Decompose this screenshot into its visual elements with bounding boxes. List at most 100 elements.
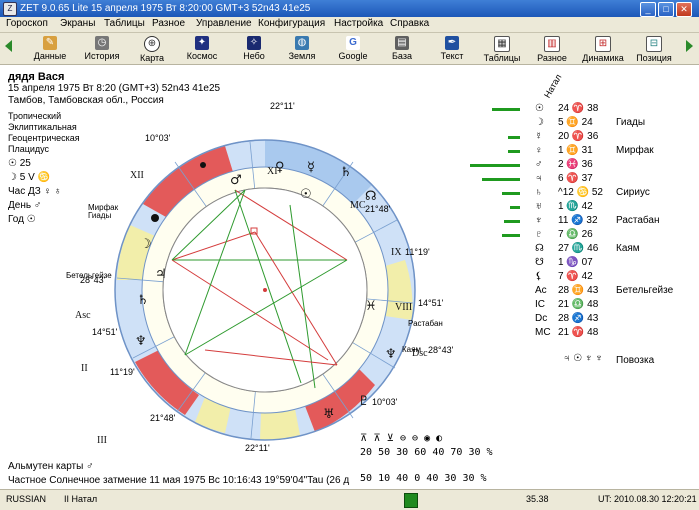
app-icon: Z <box>3 2 17 16</box>
planet-symbol: ♆ <box>535 215 543 226</box>
house-asc-label: Asc <box>75 310 91 321</box>
jupiter-glyph: ♃ <box>155 267 167 282</box>
planet-symbol: ♅ <box>535 201 543 212</box>
tool-tables-button[interactable]: ▦ Таблицы <box>480 34 524 63</box>
strength-bar <box>482 178 520 181</box>
uranus-glyph: ♅ <box>323 407 335 422</box>
window-title: ZET 9.0.65 Lite 15 апреля 1975 Вт 8:20:0… <box>20 3 311 14</box>
planet-symbol: ☽ <box>535 117 544 128</box>
day-ruler: День ♂ <box>8 200 42 211</box>
planet-row: Ас 28 ♊ 43 Бетельгейзе <box>480 285 695 299</box>
deg-ix: 11°19' <box>405 247 430 257</box>
planet-row: ☿ 20 ♈ 36 <box>480 131 695 145</box>
planet-position: 1 ♑ 07 <box>558 257 593 268</box>
menu-misc[interactable]: Разное <box>152 18 185 29</box>
strength-bar <box>502 192 520 195</box>
strength-bar <box>470 164 520 167</box>
planet-row: ♂ 2 ♓ 36 <box>470 159 695 173</box>
planet-position: 1 ♏ 42 <box>558 201 593 212</box>
planet-position: 28 ♊ 43 <box>558 285 599 296</box>
forward-arrow-icon[interactable] <box>686 40 693 52</box>
hour-ruler: Час ДЗ ♀ ♁ <box>8 186 62 197</box>
deg-mc: 21°48' <box>365 204 391 214</box>
fixed-star: Мирфак <box>616 145 654 156</box>
tool-earth-button[interactable]: ◍ Земля <box>282 34 322 63</box>
status-value: 35.38 <box>526 494 549 504</box>
status-ut: UT: 2010.08.30 12:20:21 <box>598 494 697 504</box>
planet-row: IC 21 ♎ 48 <box>480 299 695 313</box>
deg-v: 22°11' <box>245 443 270 453</box>
planet-row: MC 21 ♈ 48 <box>480 327 695 341</box>
deg-ii: 14°51' <box>92 327 118 337</box>
maximize-button[interactable]: □ <box>658 2 674 17</box>
house-xii-label: XII <box>130 170 144 181</box>
planet-position: 1 ♊ 31 <box>558 145 593 156</box>
menu-bar: Гороскоп Экраны Таблицы Разное Управлени… <box>0 17 699 33</box>
tool-base-button[interactable]: ▤ База <box>382 34 422 63</box>
star-betelgeuse-label: Бетельгейзе <box>66 271 112 280</box>
tool-misc-button[interactable]: ▥ Разное <box>532 34 572 63</box>
star-kayam-label: Каям <box>402 345 421 354</box>
tool-history-button[interactable]: ◷ История <box>80 34 124 63</box>
earth-icon: ◍ <box>295 36 309 50</box>
house-ix-label: IX <box>391 247 402 258</box>
natal-chart-wheel[interactable]: ♂ ♀ ☿ ☉ ♄ ☊ ☽ ♄ ♃ ♆ ♅ ♇ ♆ ♓ XI XII Asc I… <box>75 100 455 480</box>
planet-row: ♆ 11 ♐ 32 Растабан <box>480 215 695 229</box>
cosmos-icon: ✦ <box>195 36 209 50</box>
minimize-button[interactable]: _ <box>640 2 656 17</box>
planet-position: 11 ♐ 32 <box>558 215 598 226</box>
tool-text-button[interactable]: ✒ Текст <box>432 34 472 63</box>
planet-symbol: ☉ <box>535 103 544 114</box>
transport-syms: ♃ ☉ ♆ ♆ <box>563 353 603 364</box>
window-titlebar: Z ZET 9.0.65 Lite 15 апреля 1975 Вт 8:20… <box>0 0 699 17</box>
planet-position: 24 ♈ 38 <box>558 103 599 114</box>
status-mode: II Натал <box>64 494 98 504</box>
tables-icon: ▦ <box>494 36 510 52</box>
tool-google-button[interactable]: G Google <box>332 34 374 63</box>
menu-tables[interactable]: Таблицы <box>104 18 145 29</box>
moon-glyph: ☽ <box>140 237 152 252</box>
planet-symbol: Dc <box>535 313 548 324</box>
natal-header: Натал <box>542 72 564 100</box>
strength-bar <box>510 206 520 209</box>
tool-data-button[interactable]: ✎ Данные <box>30 34 70 63</box>
mercury-glyph: ☿ <box>307 160 315 175</box>
planet-position: 20 ♈ 36 <box>558 131 599 142</box>
menu-control[interactable]: Управление <box>196 18 252 29</box>
fixed-star: Каям <box>616 243 640 254</box>
almuten-line: Альмутен карты ♂ <box>8 461 94 472</box>
star-giady-label: Гиады <box>88 211 112 220</box>
menu-help[interactable]: Справка <box>390 18 429 29</box>
deg-ic: 21°48' <box>150 413 176 423</box>
fixed-star: Бетельгейзе <box>616 285 674 296</box>
google-icon: G <box>346 36 360 50</box>
menu-screens[interactable]: Экраны <box>60 18 95 29</box>
status-language: RUSSIAN <box>6 494 47 504</box>
menu-settings[interactable]: Настройка <box>334 18 383 29</box>
status-bar: RUSSIAN II Натал 35.38 UT: 2010.08.30 12… <box>0 489 699 510</box>
misc-icon: ▥ <box>544 36 560 52</box>
tool-cosmos-button[interactable]: ✦ Космос <box>180 34 224 63</box>
setting-houses: Плацидус <box>8 144 50 154</box>
back-arrow-icon[interactable] <box>5 40 12 52</box>
tool-chart-button[interactable]: ⊕ Карта <box>132 34 172 63</box>
tool-sky-button[interactable]: ✧ Небо <box>234 34 274 63</box>
strength-bar <box>502 234 520 237</box>
deg-vi: 10°03' <box>372 397 398 407</box>
strength-bar <box>508 136 520 139</box>
planet-position: 7 ♈ 42 <box>558 271 593 282</box>
menu-horoscope[interactable]: Гороскоп <box>6 18 48 29</box>
planet-symbol: ☿ <box>535 131 543 142</box>
close-button[interactable]: ✕ <box>676 2 692 17</box>
tool-position-button[interactable]: ⊟ Позиция <box>632 34 676 63</box>
tool-dynamics-button[interactable]: ⊞ Динамика <box>580 34 626 63</box>
planet-position: ^12 ♋ 52 <box>558 187 603 198</box>
fixed-star: Гиады <box>616 117 646 128</box>
deg-xi: 22°11' <box>270 101 295 111</box>
deg-xii: 10°03' <box>145 133 171 143</box>
menu-config[interactable]: Конфигурация <box>258 18 325 29</box>
asc-glyph: ♄ <box>137 293 149 308</box>
deg-dsc: 28°43' <box>428 345 454 355</box>
setting-coords: Эклиптикальная <box>8 122 77 132</box>
deg-viii: 14°51' <box>418 298 444 308</box>
